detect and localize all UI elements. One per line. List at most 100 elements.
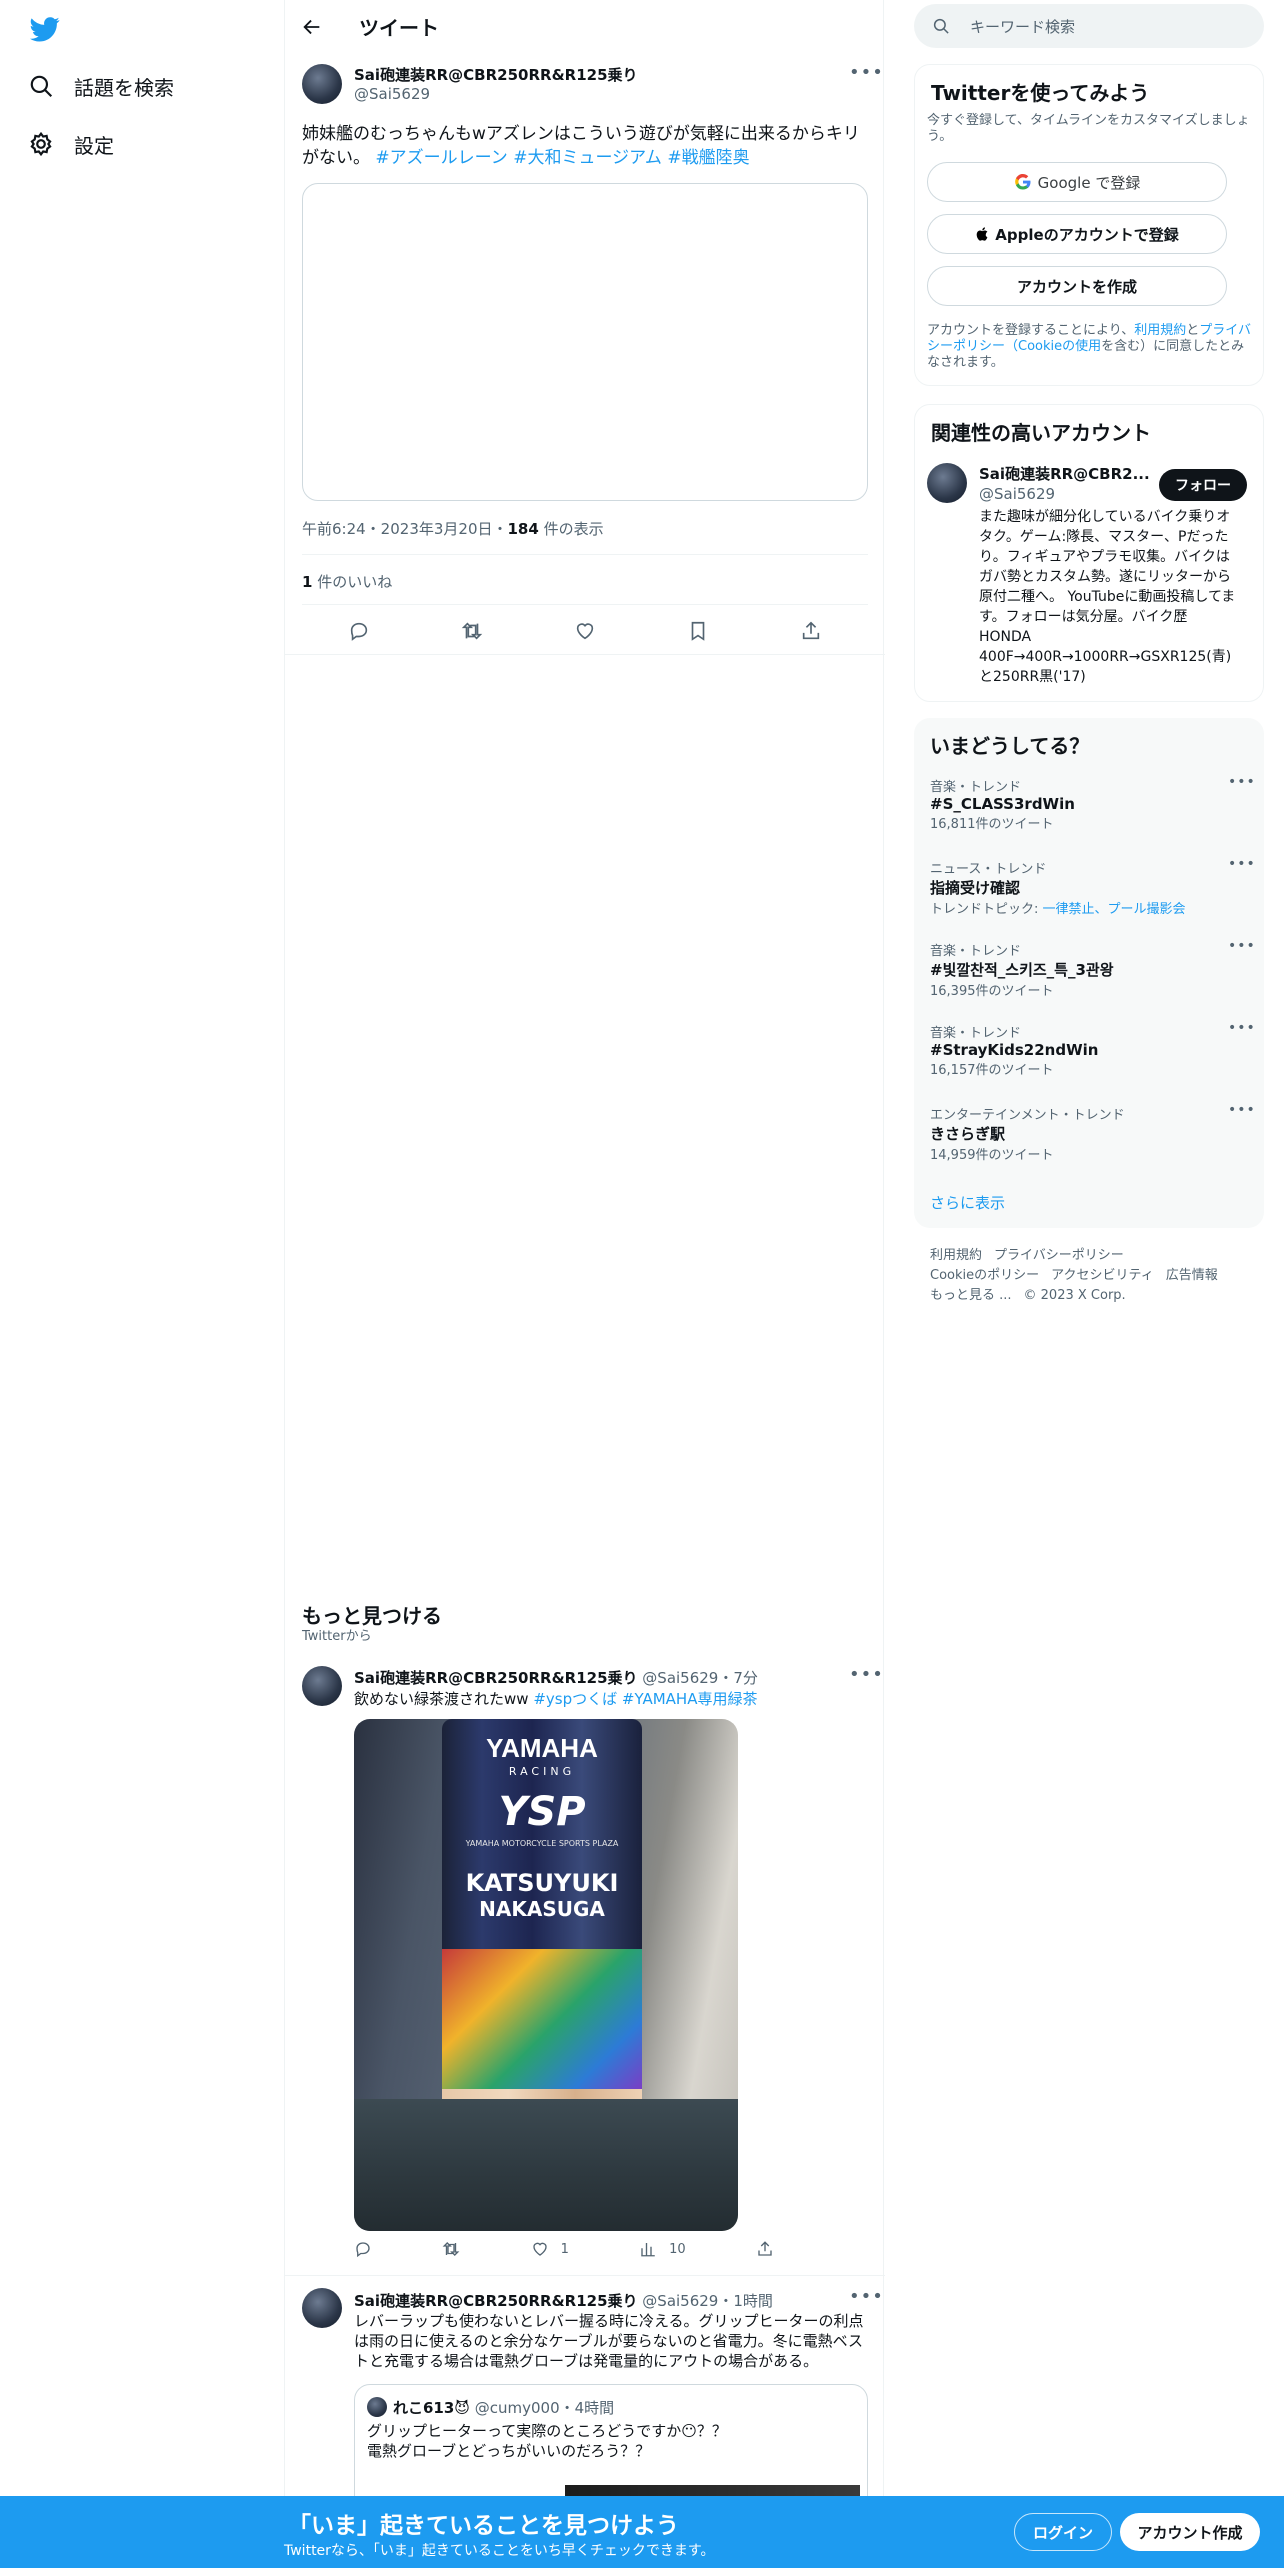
author-name[interactable]: Sai砲連装RR@CBR250RR&R125乗り [354, 1669, 638, 1687]
signup-legal: アカウントを登録することにより、利用規約とプライバシーポリシー（Cookieの使… [927, 323, 1251, 371]
more-icon[interactable]: ••• [1228, 1020, 1256, 1036]
google-signup-button[interactable]: Google で登録 [927, 162, 1227, 202]
tweet-photo[interactable]: YAMAHA RACING YSP YAMAHA MOTORCYCLE SPOR… [354, 1719, 738, 2231]
signup-title: Twitterを使ってみよう [931, 81, 1150, 105]
apple-signup-button[interactable]: Appleのアカウントで登録 [927, 214, 1227, 254]
bookmark-icon[interactable] [687, 620, 709, 642]
more-icon[interactable]: ••• [1228, 938, 1256, 954]
more-icon[interactable]: ••• [849, 1664, 884, 1685]
hashtag-link[interactable]: #アズールレーン [375, 148, 507, 168]
account-bio: また趣味が細分化しているバイク乗りオタク。ゲーム:隊長、マスター、Pだったり。フ… [979, 509, 1236, 685]
trend-topic-link[interactable]: 一律禁止、プール撮影会 [1043, 902, 1186, 917]
views-count: 184 [507, 520, 539, 538]
tweet-timestamp[interactable]: 午前6:24・2023年3月20日・184 件の表示 [302, 518, 604, 539]
avatar[interactable] [302, 64, 342, 104]
reply-icon[interactable] [354, 2240, 372, 2258]
views-label: 件の表示 [538, 520, 604, 538]
share-icon[interactable] [756, 2240, 774, 2258]
share-icon[interactable] [800, 620, 822, 642]
trend-item[interactable]: 音楽・トレンド #StrayKids22ndWin 16,157件のツイート [930, 1022, 1248, 1078]
create-account-button[interactable]: アカウントを作成 [927, 266, 1227, 306]
like-button[interactable]: 1 [531, 2240, 569, 2258]
more-icon[interactable]: ••• [849, 2286, 884, 2307]
nav-settings[interactable]: 設定 [28, 122, 114, 166]
trend-item[interactable]: 音楽・トレンド #S_CLASS3rdWin 16,811件のツイート [930, 776, 1248, 832]
avatar[interactable] [927, 463, 967, 503]
author-handle[interactable]: @Sai5629 [354, 85, 430, 103]
show-more-link[interactable]: さらに表示 [930, 1192, 1005, 1213]
divider [302, 604, 868, 605]
footer-link-privacy[interactable]: プライバシーポリシー [994, 1248, 1124, 1263]
footer-link-cookies[interactable]: Cookieのポリシー [930, 1268, 1039, 1283]
likes-stat[interactable]: 1 件のいいね [302, 571, 392, 592]
trend-name: #S_CLASS3rdWin [930, 795, 1075, 813]
trend-category: エンターテインメント・トレンド [930, 1108, 1125, 1123]
trend-topic-label: トレンドトピック: [930, 902, 1043, 917]
trends-title: いまどうしてる？ [930, 734, 1090, 758]
trend-category: ニュース・トレンド [930, 862, 1047, 877]
retweet-icon[interactable] [442, 2240, 460, 2258]
nav-explore[interactable]: 話題を検索 [28, 64, 174, 108]
tweet-age[interactable]: ・1時間 [718, 2292, 773, 2310]
author-name[interactable]: Sai砲連装RR@CBR250RR&R125乗り [354, 2292, 638, 2310]
hashtag-link[interactable]: #YAMAHA専用緑茶 [622, 1690, 758, 1708]
footer-link-accessibility[interactable]: アクセシビリティ [1051, 1268, 1154, 1283]
more-icon[interactable]: ••• [1228, 774, 1256, 790]
footer-link-more[interactable]: もっと見る ... [930, 1288, 1012, 1303]
account-name[interactable]: Sai砲連装RR@CBR2... [979, 463, 1150, 484]
signup-button[interactable]: アカウント作成 [1120, 2513, 1260, 2551]
more-icon[interactable]: ••• [1228, 856, 1256, 872]
footer-link-ads[interactable]: 広告情報 [1166, 1268, 1218, 1283]
google-icon [1014, 173, 1031, 190]
views-button[interactable]: 10 [639, 2240, 686, 2258]
can-small-text: YAMAHA MOTORCYCLE SPORTS PLAZA [465, 1839, 619, 1848]
footer-link-terms[interactable]: 利用規約 [930, 1248, 982, 1263]
like-icon [532, 2242, 547, 2256]
trend-topics: トレンドトピック: 一律禁止、プール撮影会 [930, 898, 1248, 917]
header: ツイート [285, 0, 885, 53]
back-arrow-icon[interactable] [301, 16, 323, 38]
author-handle[interactable]: @Sai5629 [642, 1669, 718, 1687]
divider [285, 654, 885, 655]
twitter-logo-icon[interactable] [30, 14, 60, 44]
quote-line-1: グリップヒーターって実際のところどうですか😶？？ [367, 2422, 727, 2440]
more-icon[interactable]: ••• [849, 62, 884, 83]
avatar[interactable] [302, 1666, 342, 1706]
account-handle[interactable]: @Sai5629 [979, 485, 1055, 503]
terms-link[interactable]: 利用規約 [1134, 323, 1186, 338]
login-button[interactable]: ログイン [1014, 2513, 1112, 2551]
like-icon[interactable] [574, 620, 596, 642]
banner-subtitle: Twitterなら、「いま」起きていることをいち早くチェックできます。 [284, 2543, 715, 2559]
apple-icon [976, 227, 988, 241]
avatar[interactable] [302, 2288, 342, 2328]
can-brand: YAMAHA [486, 1733, 598, 1763]
banner-title: 「いま」起きていることを見つけよう [288, 2513, 679, 2539]
more-subtitle: Twitterから [302, 1629, 372, 1644]
hashtag-link[interactable]: #yspつくば [533, 1690, 617, 1708]
tweet-body: 飲めない緑茶渡されたww [354, 1690, 534, 1708]
trend-item[interactable]: 音楽・トレンド #빛깔찬적_스키즈_특_3관왕 16,395件のツイート [930, 940, 1248, 999]
can-logo: YSP [498, 1789, 586, 1835]
legal-text-1: アカウントを登録することにより、 [927, 323, 1135, 338]
page-title: ツイート [359, 16, 439, 40]
tweet-age[interactable]: ・7分 [718, 1669, 758, 1687]
quote-text: グリップヒーターって実際のところどうですか😶？？ 電熱グローブとどっちがいいのだ… [367, 2421, 727, 2461]
relevant-accounts-panel: 関連性の高いアカウント Sai砲連装RR@CBR2... @Sai5629 フォ… [914, 404, 1264, 702]
hashtag-link[interactable]: #戦艦陸奥 [667, 148, 749, 168]
view-count: 10 [669, 2241, 686, 2257]
trend-count: 16,157件のツイート [930, 1063, 1054, 1078]
reply-icon[interactable] [348, 620, 370, 642]
trend-item[interactable]: エンターテインメント・トレンド きさらぎ駅 14,959件のツイート [930, 1104, 1248, 1163]
author-name[interactable]: Sai砲連装RR@CBR250RR&R125乗り [354, 64, 638, 85]
tweet-media[interactable] [302, 183, 868, 501]
more-icon[interactable]: ••• [1228, 1102, 1256, 1118]
follow-button[interactable]: フォロー [1159, 469, 1247, 501]
retweet-icon[interactable] [461, 620, 483, 642]
trend-item[interactable]: ニュース・トレンド 指摘受け確認 トレンドトピック: 一律禁止、プール撮影会 [930, 858, 1248, 917]
trend-category: 音楽・トレンド [930, 1026, 1022, 1041]
search-input[interactable]: キーワード検索 [914, 4, 1264, 48]
hashtag-link[interactable]: #大和ミュージアム [513, 148, 662, 168]
author-handle[interactable]: @Sai5629 [642, 2292, 718, 2310]
footer-links: 利用規約 プライバシーポリシー Cookieのポリシー アクセシビリティ 広告情報 も… [930, 1246, 1250, 1306]
tweet-text: レバーラップも使わないとレバー握る時に冷える。グリップヒーターの利点は雨の日に使… [354, 2312, 864, 2370]
